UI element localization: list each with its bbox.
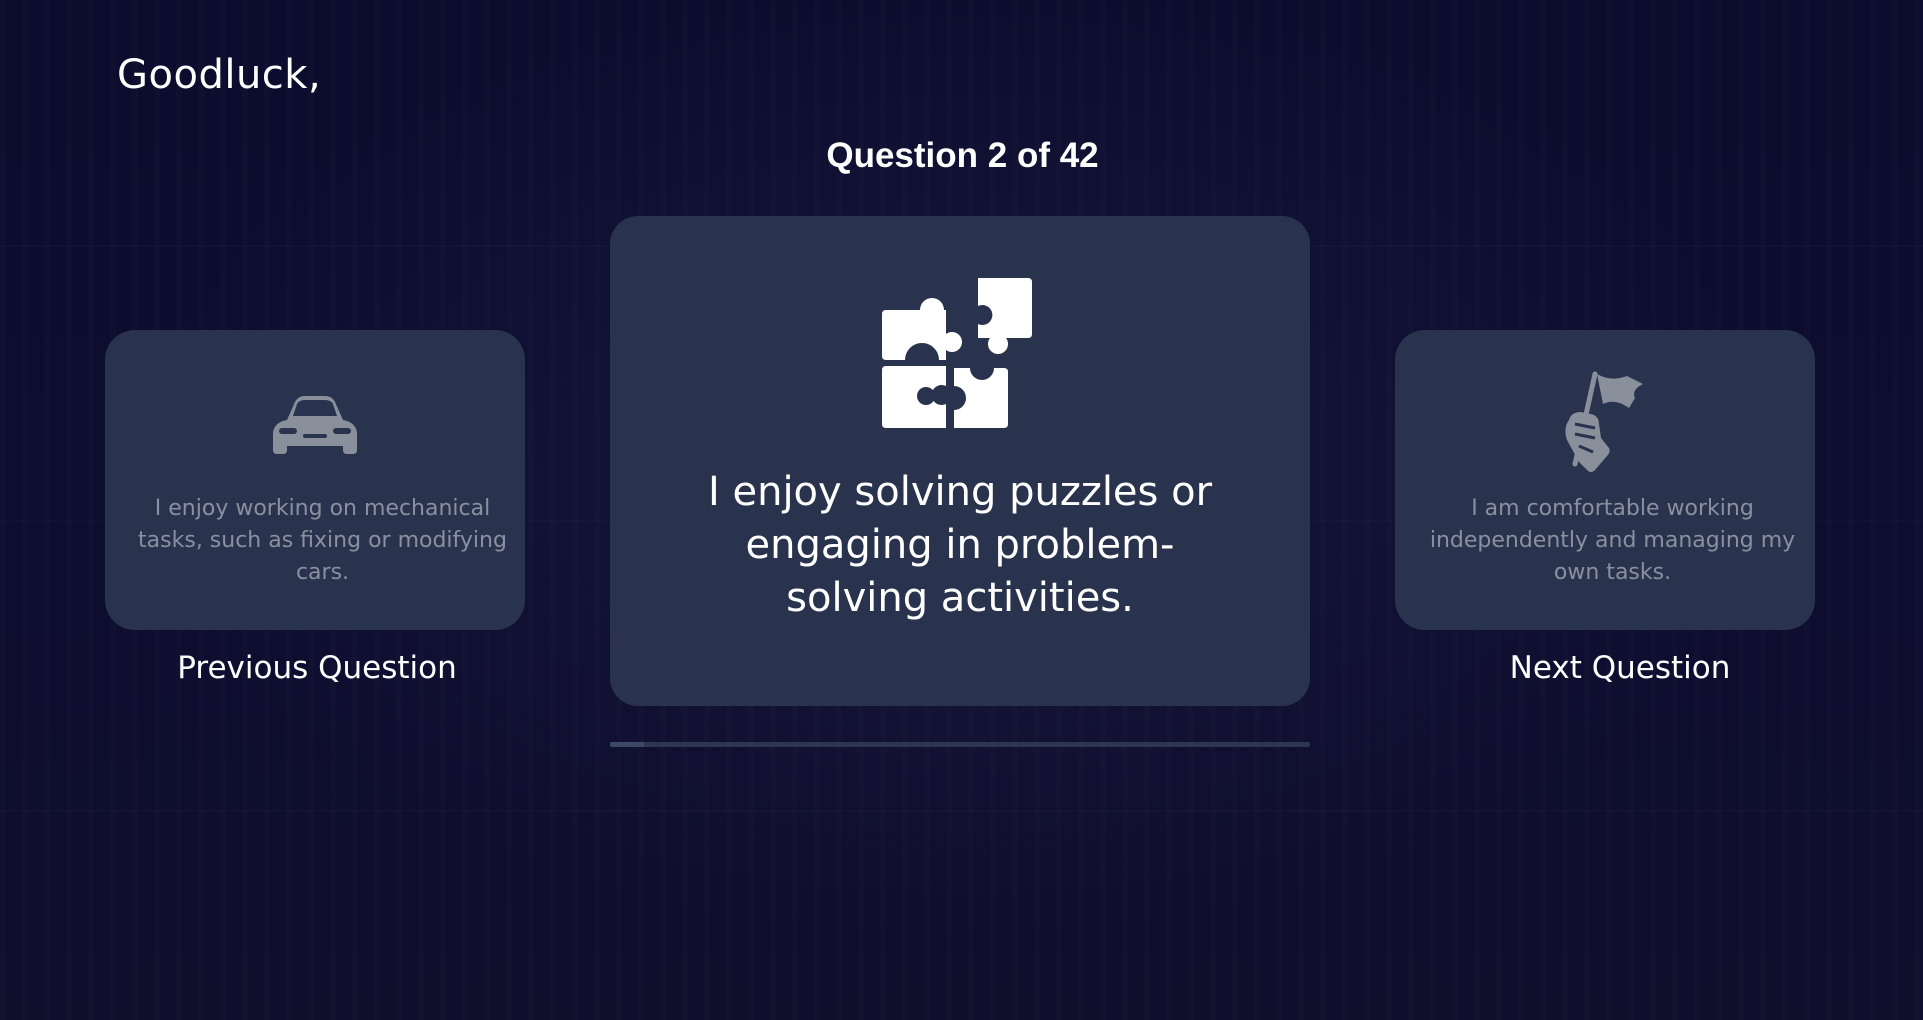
next-question-button[interactable]: Next Question [1410,650,1830,686]
background-decoration [0,810,1923,812]
quiz-progress-bar [610,742,1310,747]
car-icon [105,390,525,470]
hand-flag-icon [1395,368,1815,473]
previous-question-text: I enjoy working on mechanical tasks, suc… [138,496,507,585]
current-question-card[interactable]: I enjoy solving puzzles or engaging in p… [610,216,1310,706]
quiz-page: Goodluck, Question 2 of 42 I enjoy worki… [0,0,1923,1020]
previous-question-card[interactable]: I enjoy working on mechanical tasks, suc… [105,330,525,630]
current-question-text: I enjoy solving puzzles or engaging in p… [707,469,1213,621]
previous-question-button[interactable]: Previous Question [107,650,527,686]
next-question-card[interactable]: I am comfortable working independently a… [1395,330,1815,630]
quiz-progress-fill [610,742,644,747]
next-question-text: I am comfortable working independently a… [1429,496,1796,585]
greeting-heading: Goodluck, [117,52,322,98]
puzzle-icon [610,276,1310,431]
question-counter: Question 2 of 42 [826,136,1099,175]
